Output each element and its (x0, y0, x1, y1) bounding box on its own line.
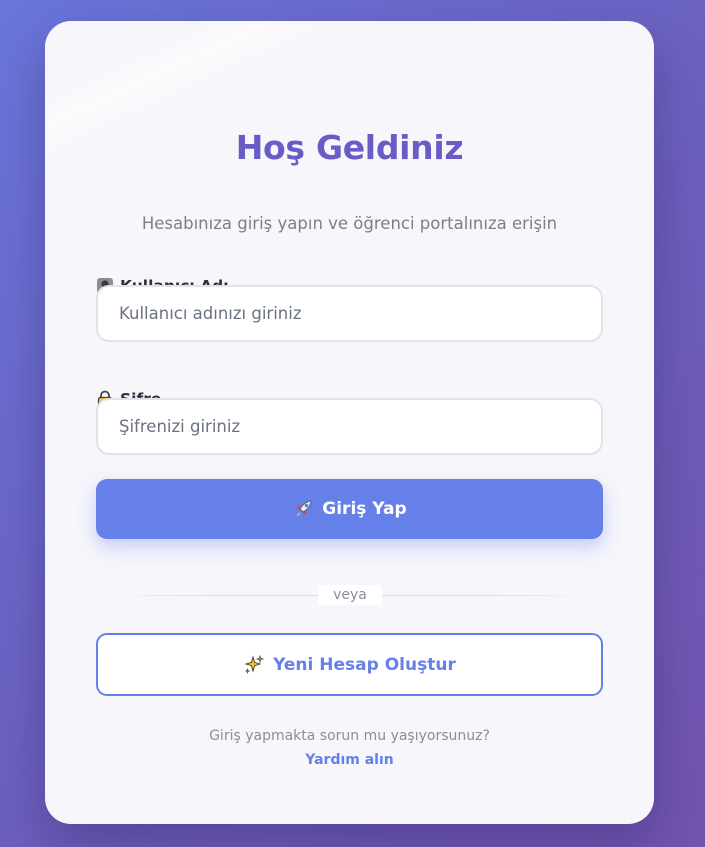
divider-text: veya (318, 585, 382, 605)
page-title: Hoş Geldiniz (235, 128, 464, 167)
sparkles-icon (243, 654, 265, 676)
help-link[interactable]: Yardım alın (45, 752, 654, 768)
login-button[interactable]: Giriş Yap (96, 479, 603, 539)
register-button[interactable]: Yeni Hesap Oluştur (96, 633, 603, 696)
login-card: Hoş Geldiniz Hesabınıza giriş yapın ve ö… (45, 21, 654, 824)
page-subtitle: Hesabınıza giriş yapın ve öğrenci portal… (141, 214, 558, 233)
username-input[interactable] (96, 285, 603, 342)
login-button-label: Giriş Yap (322, 499, 407, 519)
register-button-label: Yeni Hesap Oluştur (273, 654, 456, 675)
rocket-icon (292, 498, 314, 520)
help-text: Giriş yapmakta sorun mu yaşıyorsunuz? (209, 728, 490, 744)
password-input[interactable] (96, 398, 603, 455)
card-sheen (45, 21, 445, 201)
